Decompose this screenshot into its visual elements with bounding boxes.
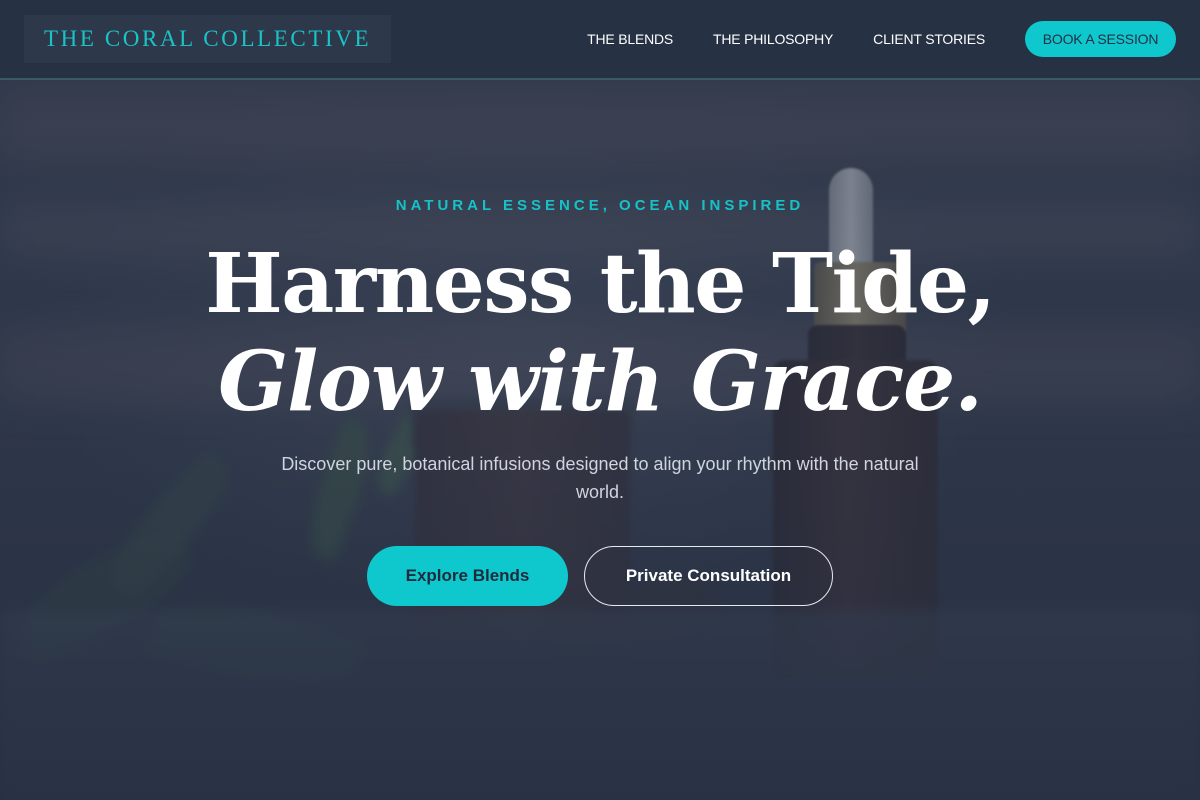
- hero-subtext: Discover pure, botanical infusions desig…: [281, 454, 919, 502]
- hero-cta-row: Explore Blends Private Consultation: [0, 546, 1200, 606]
- private-consultation-button[interactable]: Private Consultation: [584, 546, 833, 606]
- nav-link-the-philosophy[interactable]: THE PHILOSOPHY: [713, 31, 833, 47]
- hero-headline-line2: Glow with Grace.: [218, 334, 983, 430]
- site-header: THE CORAL COLLECTIVE THE BLENDS THE PHIL…: [0, 0, 1200, 80]
- nav-link-client-stories[interactable]: CLIENT STORIES: [873, 31, 985, 47]
- main-nav: THE BLENDS THE PHILOSOPHY CLIENT STORIES…: [587, 21, 1176, 57]
- explore-blends-button[interactable]: Explore Blends: [367, 546, 568, 606]
- hero-eyebrow: NATURAL ESSENCE, OCEAN INSPIRED: [395, 197, 805, 214]
- site-logo[interactable]: THE CORAL COLLECTIVE: [24, 15, 392, 63]
- hero-headline: Harness the Tide, Glow with Grace.: [0, 235, 1200, 431]
- book-session-button[interactable]: BOOK A SESSION: [1025, 21, 1176, 57]
- hero-section: NATURAL ESSENCE, OCEAN INSPIRED Harness …: [0, 80, 1200, 800]
- nav-link-the-blends[interactable]: THE BLENDS: [587, 31, 673, 47]
- hero-headline-line1: Harness the Tide,: [205, 236, 996, 332]
